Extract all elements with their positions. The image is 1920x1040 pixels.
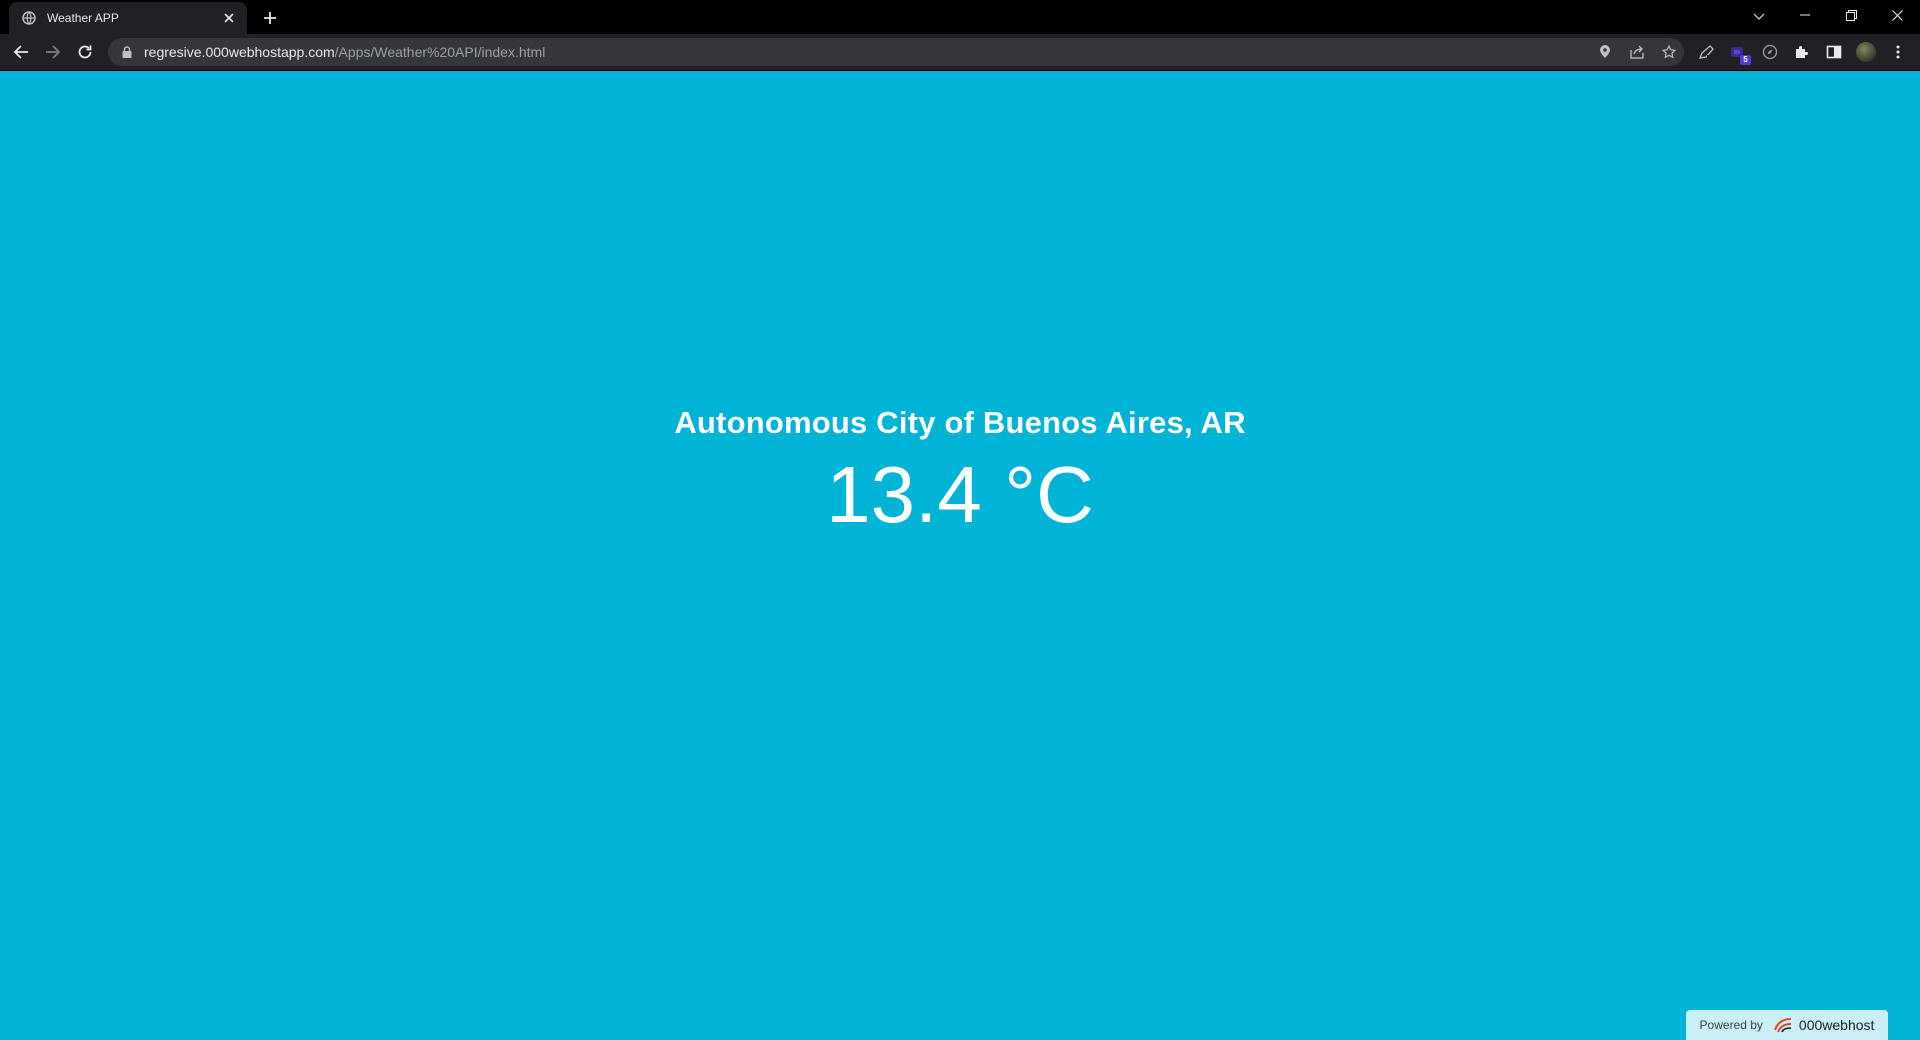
star-icon[interactable] bbox=[1660, 43, 1678, 61]
url-path: /Apps/Weather%20API/index.html bbox=[334, 44, 546, 60]
lock-icon[interactable] bbox=[120, 45, 134, 59]
webhost-logo-icon bbox=[1771, 1016, 1795, 1034]
minimize-icon[interactable] bbox=[1782, 0, 1828, 30]
forward-arrow-icon[interactable] bbox=[40, 39, 66, 65]
url-host: regresive.000webhostapp.com bbox=[144, 44, 335, 60]
share-icon[interactable] bbox=[1628, 43, 1646, 61]
puzzle-icon[interactable] bbox=[1792, 42, 1812, 62]
tab-strip: Weather APP bbox=[0, 0, 1920, 34]
restore-icon[interactable] bbox=[1828, 0, 1874, 30]
compass-icon[interactable] bbox=[1760, 42, 1780, 62]
weather-page bbox=[0, 71, 1920, 1040]
city-name: Autonomous City of Buenos Aires, AR bbox=[674, 405, 1246, 440]
side-panel-icon[interactable] bbox=[1824, 42, 1844, 62]
kebab-menu-icon[interactable] bbox=[1888, 42, 1908, 62]
reload-icon[interactable] bbox=[72, 39, 98, 65]
plus-icon[interactable] bbox=[258, 6, 282, 30]
pen-icon[interactable] bbox=[1696, 42, 1716, 62]
temperature-value: 13.4 °C bbox=[826, 450, 1094, 539]
powered-by-badge[interactable]: Powered by 000webhost bbox=[1686, 1010, 1888, 1040]
extension-badge: 5 bbox=[1740, 55, 1751, 65]
globe-icon bbox=[21, 10, 37, 26]
location-pin-icon[interactable] bbox=[1596, 43, 1614, 61]
tab-title: Weather APP bbox=[47, 11, 119, 25]
extension-icon[interactable]: 5 bbox=[1728, 42, 1751, 65]
back-arrow-icon[interactable] bbox=[8, 39, 34, 65]
weather-panel: Autonomous City of Buenos Aires, AR 13.4… bbox=[0, 405, 1920, 535]
powered-by-label: Powered by bbox=[1699, 1018, 1763, 1032]
avatar[interactable] bbox=[1856, 42, 1876, 62]
address-bar[interactable]: regresive.000webhostapp.com/Apps/Weather… bbox=[108, 38, 1684, 66]
chevron-down-icon[interactable] bbox=[1746, 4, 1772, 30]
close-icon[interactable] bbox=[1874, 0, 1920, 30]
url-text: regresive.000webhostapp.com/Apps/Weather… bbox=[144, 44, 545, 60]
powered-by-brand: 000webhost bbox=[1798, 1017, 1875, 1033]
close-icon[interactable] bbox=[219, 8, 239, 28]
tab-weather-app[interactable]: Weather APP bbox=[9, 2, 247, 34]
browser-toolbar: regresive.000webhostapp.com/Apps/Weather… bbox=[0, 34, 1920, 71]
